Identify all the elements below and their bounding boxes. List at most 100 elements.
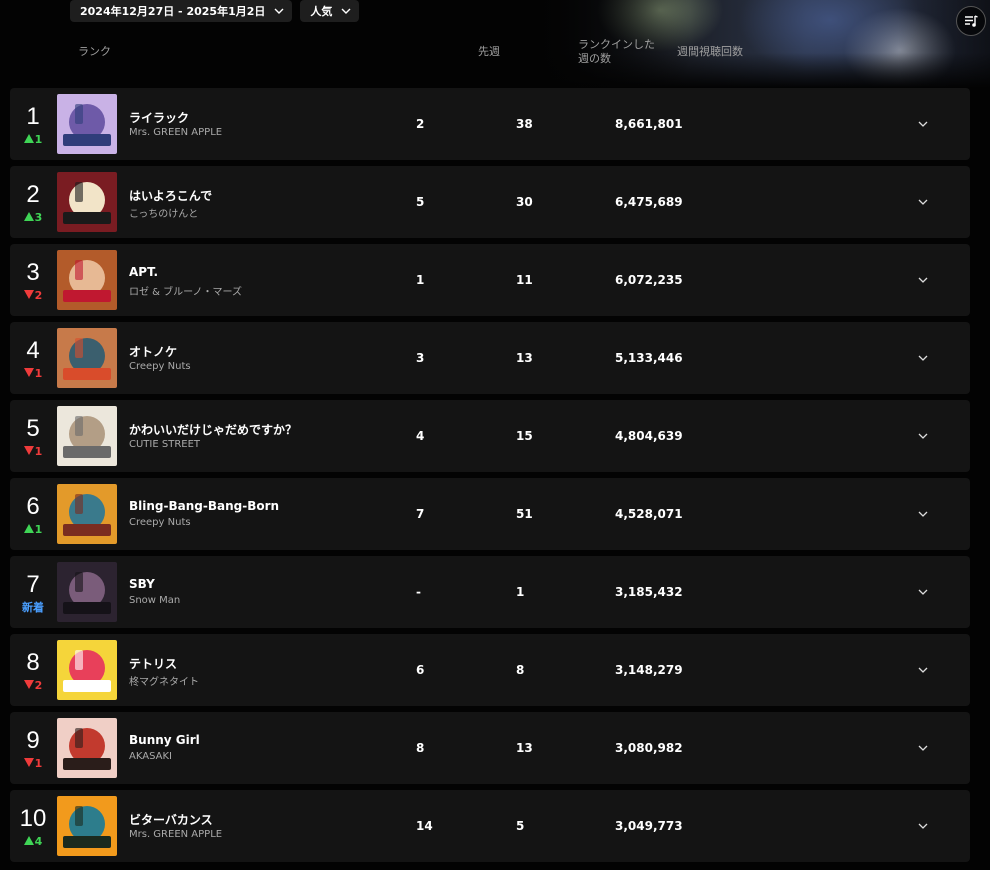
album-art-image xyxy=(57,562,117,622)
weekly-views: 8,661,801 xyxy=(615,117,683,131)
chart-row[interactable]: 1 1 ライラック Mrs. GREEN APPLE 2 38 8,661,80… xyxy=(10,88,970,160)
album-thumbnail[interactable] xyxy=(57,94,117,154)
rank-change: 3 xyxy=(10,212,56,224)
album-thumbnail[interactable] xyxy=(57,406,117,466)
artist-name[interactable]: Creepy Nuts xyxy=(129,361,191,372)
rank-number: 10 xyxy=(19,805,47,832)
rank-change-arrow-icon xyxy=(23,212,34,221)
rank-change-value: 1 xyxy=(34,133,43,146)
album-art-image xyxy=(57,172,117,232)
album-thumbnail[interactable] xyxy=(57,484,117,544)
weeks-on-chart: 38 xyxy=(516,117,533,131)
album-thumbnail[interactable] xyxy=(57,250,117,310)
artist-name[interactable]: こっちのけんと xyxy=(129,205,198,220)
expand-chevron-icon[interactable] xyxy=(916,351,930,365)
rank-number: 5 xyxy=(26,415,40,442)
expand-chevron-icon[interactable] xyxy=(916,195,930,209)
rank-number: 9 xyxy=(26,727,40,754)
rank-number: 1 xyxy=(26,103,40,130)
chart-row[interactable]: 4 1 オトノケ Creepy Nuts 3 13 5,133,446 xyxy=(10,322,970,394)
song-title[interactable]: Bunny Girl xyxy=(129,733,200,747)
album-art-image xyxy=(57,718,117,778)
song-title[interactable]: APT. xyxy=(129,265,158,279)
rank-number: 2 xyxy=(26,181,40,208)
expand-chevron-icon[interactable] xyxy=(916,741,930,755)
album-art-image xyxy=(57,250,117,310)
artist-name[interactable]: Mrs. GREEN APPLE xyxy=(129,127,222,138)
expand-chevron-icon[interactable] xyxy=(916,117,930,131)
song-title[interactable]: かわいいだけじゃだめですか？ xyxy=(129,421,297,438)
artist-name[interactable]: Snow Man xyxy=(129,595,180,606)
chart-row[interactable]: 10 4 ビターバカンス Mrs. GREEN APPLE 14 5 3,049… xyxy=(10,790,970,862)
rank-change-value: 2 xyxy=(34,289,43,302)
last-week-rank: 5 xyxy=(416,195,425,209)
song-title[interactable]: Bling-Bang-Bang-Born xyxy=(129,499,279,513)
rank-change-arrow-icon xyxy=(23,290,34,299)
rank-change: 2 xyxy=(10,290,56,302)
song-title[interactable]: ビターバカンス xyxy=(129,811,213,828)
album-thumbnail[interactable] xyxy=(57,562,117,622)
song-title[interactable]: SBY xyxy=(129,577,155,591)
weekly-views: 3,049,773 xyxy=(615,819,683,833)
rank-change-value: 1 xyxy=(34,445,43,458)
rank-number: 4 xyxy=(26,337,40,364)
rank-change-value: 3 xyxy=(34,211,43,224)
weekly-views: 4,804,639 xyxy=(615,429,683,443)
album-thumbnail[interactable] xyxy=(57,718,117,778)
artist-name[interactable]: 柊マグネタイト xyxy=(129,673,199,688)
expand-chevron-icon[interactable] xyxy=(916,273,930,287)
filter-bar: 2024年12月27日 - 2025年1月2日 人気 xyxy=(70,0,360,22)
rank-number: 8 xyxy=(26,649,40,676)
expand-chevron-icon[interactable] xyxy=(916,507,930,521)
expand-chevron-icon[interactable] xyxy=(916,429,930,443)
chart-row[interactable]: 8 2 テトリス 柊マグネタイト 6 8 3,148,279 xyxy=(10,634,970,706)
rank-number: 3 xyxy=(26,259,40,286)
artist-name[interactable]: Creepy Nuts xyxy=(129,517,191,528)
artist-name[interactable]: CUTIE STREET xyxy=(129,439,200,450)
chart-row[interactable]: 6 1 Bling-Bang-Bang-Born Creepy Nuts 7 5… xyxy=(10,478,970,550)
album-thumbnail[interactable] xyxy=(57,796,117,856)
weekly-views: 4,528,071 xyxy=(615,507,683,521)
expand-chevron-icon[interactable] xyxy=(916,585,930,599)
album-thumbnail[interactable] xyxy=(57,640,117,700)
rank-change-value: 4 xyxy=(34,835,43,848)
rank-change-value: 1 xyxy=(34,757,43,770)
rank-change-value: 新着 xyxy=(22,601,44,614)
rank-change-arrow-icon xyxy=(23,446,34,455)
chart-row[interactable]: 5 1 かわいいだけじゃだめですか？ CUTIE STREET 4 15 4,8… xyxy=(10,400,970,472)
song-title[interactable]: はいよろこんで xyxy=(129,187,212,204)
album-art-image xyxy=(57,94,117,154)
chart-row[interactable]: 3 2 APT. ロゼ & ブルーノ・マーズ 1 11 6,072,235 xyxy=(10,244,970,316)
last-week-rank: 2 xyxy=(416,117,425,131)
artist-name[interactable]: ロゼ & ブルーノ・マーズ xyxy=(129,283,242,298)
sort-label: 人気 xyxy=(310,5,333,18)
expand-chevron-icon[interactable] xyxy=(916,663,930,677)
artist-name[interactable]: Mrs. GREEN APPLE xyxy=(129,829,222,840)
chart-row[interactable]: 9 1 Bunny Girl AKASAKI 8 13 3,080,982 xyxy=(10,712,970,784)
last-week-rank: 6 xyxy=(416,663,425,677)
chevron-down-icon xyxy=(341,8,351,14)
weeks-on-chart: 15 xyxy=(516,429,533,443)
song-title[interactable]: オトノケ xyxy=(129,343,177,360)
weekly-views: 3,080,982 xyxy=(615,741,683,755)
song-title[interactable]: ライラック xyxy=(129,109,189,126)
album-thumbnail[interactable] xyxy=(57,328,117,388)
album-art-image xyxy=(57,796,117,856)
weeks-on-chart: 1 xyxy=(516,585,525,599)
rank-change: 2 xyxy=(10,680,56,692)
playlist-button[interactable] xyxy=(956,6,986,36)
chart-row[interactable]: 7 新着 SBY Snow Man - 1 3,185,432 xyxy=(10,556,970,628)
column-last-week: 先週 xyxy=(478,45,500,58)
weekly-views: 3,185,432 xyxy=(615,585,683,599)
last-week-rank: 14 xyxy=(416,819,433,833)
chart-row[interactable]: 2 3 はいよろこんで こっちのけんと 5 30 6,475,689 xyxy=(10,166,970,238)
sort-dropdown[interactable]: 人気 xyxy=(300,0,360,22)
expand-chevron-icon[interactable] xyxy=(916,819,930,833)
date-range-dropdown[interactable]: 2024年12月27日 - 2025年1月2日 xyxy=(70,0,293,22)
rank-change: 1 xyxy=(10,758,56,770)
playlist-icon xyxy=(965,15,978,27)
album-thumbnail[interactable] xyxy=(57,172,117,232)
album-art-image xyxy=(57,484,117,544)
song-title[interactable]: テトリス xyxy=(129,655,177,672)
artist-name[interactable]: AKASAKI xyxy=(129,751,172,762)
